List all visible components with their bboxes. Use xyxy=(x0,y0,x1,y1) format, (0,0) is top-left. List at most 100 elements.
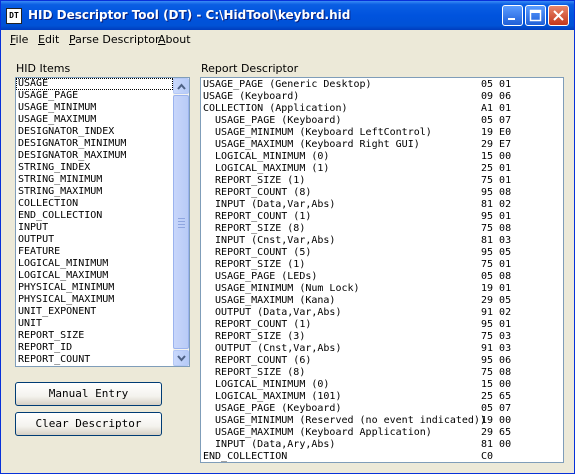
descriptor-item-text: USAGE (Keyboard) xyxy=(203,91,300,102)
descriptor-item-bytes: 29 05 xyxy=(481,295,512,306)
scroll-thumb[interactable] xyxy=(173,95,189,349)
manual-entry-button[interactable]: Manual Entry xyxy=(15,382,162,406)
descriptor-item-bytes: 95 01 xyxy=(481,211,512,222)
descriptor-item-bytes: A1 01 xyxy=(481,103,512,114)
descriptor-row[interactable]: USAGE_PAGE (Keyboard) 05 07 xyxy=(201,403,563,415)
descriptor-row[interactable]: USAGE_PAGE (Generic Desktop) 05 01 xyxy=(201,79,563,91)
descriptor-item-bytes: 75 08 xyxy=(481,367,512,378)
descriptor-row[interactable]: REPORT_COUNT (5) 95 05 xyxy=(201,247,563,259)
descriptor-row[interactable]: REPORT_SIZE (8) 75 08 xyxy=(201,223,563,235)
descriptor-row[interactable]: INPUT (Cnst,Var,Abs) 81 03 xyxy=(201,235,563,247)
descriptor-row[interactable]: REPORT_COUNT (1) 95 01 xyxy=(201,319,563,331)
list-item[interactable]: DESIGNATOR_MAXIMUM xyxy=(16,150,173,162)
list-item[interactable]: USAGE_PAGE xyxy=(16,90,173,102)
descriptor-item-text: USAGE_MAXIMUM (Keyboard Right GUI) xyxy=(203,139,420,150)
descriptor-row[interactable]: REPORT_SIZE (8) 75 08 xyxy=(201,367,563,379)
descriptor-row[interactable]: USAGE_MAXIMUM (Keyboard Right GUI) 29 E7 xyxy=(201,139,563,151)
descriptor-row[interactable]: USAGE_MINIMUM (Num Lock) 19 01 xyxy=(201,283,563,295)
menu-about[interactable]: About xyxy=(158,33,191,46)
list-item[interactable]: FEATURE xyxy=(16,246,173,258)
descriptor-item-text: USAGE_PAGE (Keyboard) xyxy=(203,403,342,414)
descriptor-item-bytes: 95 06 xyxy=(481,355,512,366)
list-item[interactable]: LOGICAL_MINIMUM xyxy=(16,258,173,270)
list-item[interactable]: UNIT xyxy=(16,318,173,330)
descriptor-row[interactable]: REPORT_COUNT (1) 95 01 xyxy=(201,211,563,223)
maximize-button[interactable] xyxy=(525,5,546,26)
descriptor-row[interactable]: USAGE_PAGE (Keyboard) 05 07 xyxy=(201,115,563,127)
descriptor-row[interactable]: REPORT_COUNT (8) 95 08 xyxy=(201,187,563,199)
list-item[interactable]: END_COLLECTION xyxy=(16,210,173,222)
list-item[interactable]: INPUT xyxy=(16,222,173,234)
scroll-down-button[interactable] xyxy=(173,350,189,366)
list-item[interactable]: DESIGNATOR_INDEX xyxy=(16,126,173,138)
list-item[interactable]: USAGE_MAXIMUM xyxy=(16,114,173,126)
list-item[interactable]: USAGE xyxy=(16,78,173,90)
descriptor-item-bytes: 19 01 xyxy=(481,283,512,294)
hid-items-scrollbar[interactable] xyxy=(173,78,189,366)
descriptor-row[interactable]: OUTPUT (Data,Var,Abs) 91 02 xyxy=(201,307,563,319)
descriptor-row[interactable]: REPORT_SIZE (3) 75 03 xyxy=(201,331,563,343)
descriptor-item-bytes: 09 06 xyxy=(481,91,512,102)
chevron-up-icon xyxy=(177,83,186,90)
descriptor-row[interactable]: USAGE (Keyboard) 09 06 xyxy=(201,91,563,103)
descriptor-item-bytes: 81 03 xyxy=(481,235,512,246)
descriptor-item-text: REPORT_SIZE (8) xyxy=(203,223,306,234)
descriptor-row[interactable]: USAGE_MINIMUM (Reserved (no event indica… xyxy=(201,415,563,427)
descriptor-item-text: REPORT_SIZE (3) xyxy=(203,331,306,342)
descriptor-item-text: REPORT_SIZE (1) xyxy=(203,175,306,186)
scroll-up-button[interactable] xyxy=(173,78,189,94)
list-item[interactable]: USAGE_MINIMUM xyxy=(16,102,173,114)
close-icon xyxy=(553,10,564,21)
descriptor-item-bytes: 25 01 xyxy=(481,163,512,174)
close-button[interactable] xyxy=(548,5,569,26)
list-item[interactable]: COLLECTION xyxy=(16,198,173,210)
descriptor-row[interactable]: REPORT_COUNT (6) 95 06 xyxy=(201,355,563,367)
menu-edit[interactable]: Edit xyxy=(38,33,59,46)
descriptor-row[interactable]: REPORT_SIZE (1) 75 01 xyxy=(201,175,563,187)
list-item[interactable]: REPORT_COUNT xyxy=(16,354,173,366)
descriptor-item-text: REPORT_SIZE (8) xyxy=(203,367,306,378)
descriptor-item-text: OUTPUT (Data,Var,Abs) xyxy=(203,307,342,318)
list-item[interactable]: STRING_INDEX xyxy=(16,162,173,174)
clear-descriptor-button[interactable]: Clear Descriptor xyxy=(15,412,162,436)
descriptor-row[interactable]: LOGICAL_MINIMUM (0) 15 00 xyxy=(201,151,563,163)
hid-items-list: USAGE USAGE_PAGE USAGE_MINIMUM USAGE_MAXIMU… xyxy=(16,78,173,366)
list-item[interactable]: DESIGNATOR_MINIMUM xyxy=(16,138,173,150)
descriptor-item-bytes: 95 01 xyxy=(481,319,512,330)
report-descriptor-box[interactable]: USAGE_PAGE (Generic Desktop) 05 01 USAGE (… xyxy=(200,77,564,463)
descriptor-row[interactable]: END_COLLECTION C0 xyxy=(201,451,563,462)
list-item[interactable]: PHYSICAL_MAXIMUM xyxy=(16,294,173,306)
list-item[interactable]: REPORT_SIZE xyxy=(16,330,173,342)
title-bar[interactable]: DT HID Descriptor Tool (DT) - C:\HidTool… xyxy=(1,1,574,30)
hid-items-listbox[interactable]: USAGE USAGE_PAGE USAGE_MINIMUM USAGE_MAXIMU… xyxy=(15,77,190,367)
descriptor-row[interactable]: USAGE_MAXIMUM (Keyboard Application) 29 6… xyxy=(201,427,563,439)
window-title: HID Descriptor Tool (DT) - C:\HidTool\ke… xyxy=(28,8,351,22)
descriptor-row[interactable]: OUTPUT (Cnst,Var,Abs) 91 03 xyxy=(201,343,563,355)
descriptor-row[interactable]: REPORT_SIZE (1) 75 01 xyxy=(201,259,563,271)
list-item[interactable]: UNIT_EXPONENT xyxy=(16,306,173,318)
descriptor-row[interactable]: USAGE_MAXIMUM (Kana) 29 05 xyxy=(201,295,563,307)
descriptor-row[interactable]: LOGICAL_MAXIMUM (1) 25 01 xyxy=(201,163,563,175)
list-item[interactable]: REPORT_ID xyxy=(16,342,173,354)
list-item[interactable]: STRING_MINIMUM xyxy=(16,174,173,186)
descriptor-row[interactable]: USAGE_PAGE (LEDs) 05 08 xyxy=(201,271,563,283)
descriptor-item-bytes: 75 01 xyxy=(481,259,512,270)
list-item[interactable]: OUTPUT xyxy=(16,234,173,246)
list-item[interactable]: STRING_MAXIMUM xyxy=(16,186,173,198)
descriptor-row[interactable]: LOGICAL_MINIMUM (0) 15 00 xyxy=(201,379,563,391)
descriptor-row[interactable]: INPUT (Data,Var,Abs) 81 02 xyxy=(201,199,563,211)
menu-file[interactable]: File xyxy=(10,33,28,46)
descriptor-item-text: END_COLLECTION xyxy=(203,451,288,462)
descriptor-row[interactable]: LOGICAL_MAXIMUM (101) 25 65 xyxy=(201,391,563,403)
menu-parse-descriptor[interactable]: Parse Descriptor xyxy=(69,33,160,46)
descriptor-row[interactable]: INPUT (Data,Ary,Abs) 81 00 xyxy=(201,439,563,451)
list-item[interactable]: PHYSICAL_MINIMUM xyxy=(16,282,173,294)
list-item[interactable]: LOGICAL_MAXIMUM xyxy=(16,270,173,282)
descriptor-item-bytes: 05 07 xyxy=(481,403,512,414)
descriptor-row[interactable]: COLLECTION (Application) A1 01 xyxy=(201,103,563,115)
app-icon: DT xyxy=(6,8,22,24)
descriptor-row[interactable]: USAGE_MINIMUM (Keyboard LeftControl) 19 E… xyxy=(201,127,563,139)
descriptor-item-text: COLLECTION (Application) xyxy=(203,103,348,114)
descriptor-item-text: USAGE_PAGE (Keyboard) xyxy=(203,115,342,126)
minimize-button[interactable] xyxy=(502,5,523,26)
